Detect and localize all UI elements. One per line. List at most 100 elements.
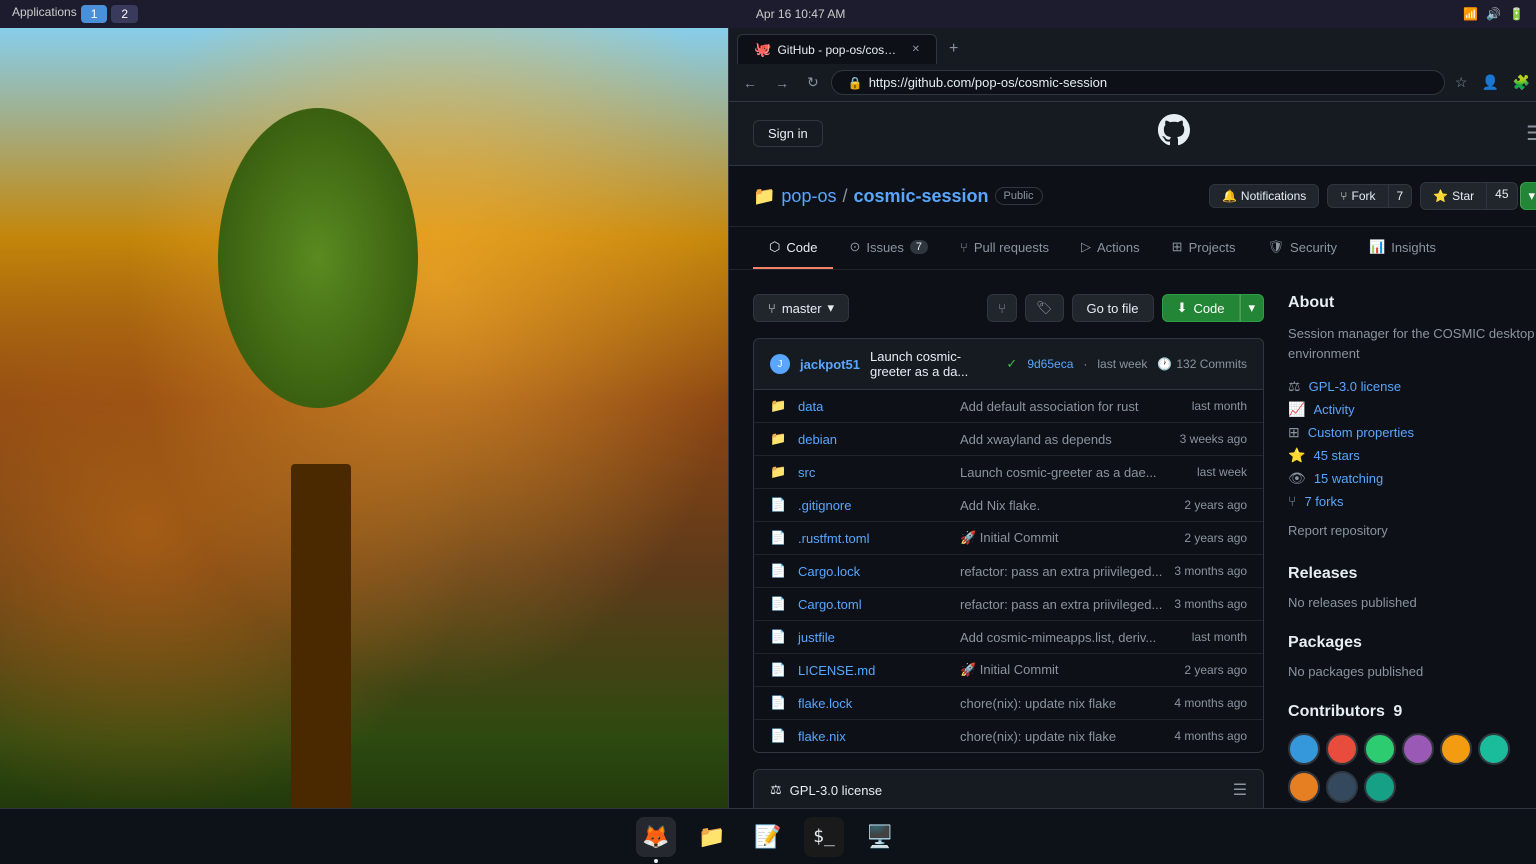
table-row: 📄.gitignoreAdd Nix flake.2 years ago: [754, 489, 1263, 522]
contributor-avatar[interactable]: [1288, 771, 1320, 803]
taskbar-app-2[interactable]: 2: [111, 5, 138, 23]
file-name-link[interactable]: Cargo.toml: [798, 597, 948, 612]
sign-in-button[interactable]: Sign in: [753, 120, 823, 147]
taskbar-top: Applications 1 2 Apr 16 10:47 AM 📶 🔊 🔋: [0, 0, 1536, 28]
file-icon: 📄: [770, 728, 786, 744]
branch-selector[interactable]: ⑂ master ▾: [753, 294, 849, 322]
new-tab-button[interactable]: +: [941, 34, 966, 64]
tab-actions[interactable]: ▷ Actions: [1065, 227, 1156, 269]
projects-icon: ⊞: [1172, 239, 1183, 255]
file-commit-message: Add cosmic-mimeapps.list, deriv...: [960, 630, 1180, 645]
table-row: 📄Cargo.tomlrefactor: pass an extra priiv…: [754, 588, 1263, 621]
custom-props-icon: ⊞: [1288, 424, 1300, 441]
file-commit-time: 4 months ago: [1174, 696, 1247, 710]
files-area: ⑂ master ▾ ⑂ 🏷 Go to file ⬇ Code: [753, 294, 1264, 808]
extensions-icon[interactable]: 🧩: [1509, 70, 1534, 95]
license-bar: ⚖ GPL-3.0 license ☰: [753, 769, 1264, 808]
lock-icon: 🔒: [848, 76, 863, 90]
about-section: About Session manager for the COSMIC des…: [1288, 294, 1536, 541]
contributor-avatar[interactable]: [1402, 733, 1434, 765]
activity-icon: 📈: [1288, 401, 1305, 418]
forward-button[interactable]: →: [769, 71, 795, 95]
report-link[interactable]: Report repository: [1288, 520, 1536, 541]
commit-author-link[interactable]: jackpot51: [800, 357, 860, 372]
address-bar[interactable]: 🔒 https://github.com/pop-os/cosmic-sessi…: [831, 70, 1445, 95]
watching-link[interactable]: 👁 15 watching: [1288, 467, 1536, 490]
file-name-link[interactable]: .rustfmt.toml: [798, 531, 948, 546]
tab-insights[interactable]: 📊 Insights: [1353, 227, 1452, 269]
issues-badge: 7: [910, 240, 928, 254]
folder-icon: 📁: [770, 398, 786, 414]
tags-button[interactable]: 🏷: [1025, 294, 1064, 322]
contributor-avatar[interactable]: [1288, 733, 1320, 765]
notifications-button[interactable]: 🔔 Notifications: [1209, 184, 1319, 208]
profile-icon[interactable]: 👤: [1477, 70, 1502, 95]
star-dropdown[interactable]: ▾: [1520, 182, 1536, 210]
code-dropdown-button[interactable]: ▾: [1240, 294, 1265, 322]
repo-owner-link[interactable]: pop-os: [781, 186, 836, 207]
file-name-link[interactable]: flake.lock: [798, 696, 948, 711]
commit-author-avatar[interactable]: J: [770, 354, 790, 374]
activity-link[interactable]: 📈 Activity: [1288, 398, 1536, 421]
issues-icon: ⊙: [849, 239, 860, 255]
dock-editor[interactable]: 📝: [748, 817, 788, 857]
file-name-link[interactable]: flake.nix: [798, 729, 948, 744]
file-name-link[interactable]: .gitignore: [798, 498, 948, 513]
repo-body: ⑂ master ▾ ⑂ 🏷 Go to file ⬇ Code: [729, 270, 1536, 808]
dock-files[interactable]: 📁: [692, 817, 732, 857]
browser-tabs-bar: 🐙 GitHub - pop-os/cosm... ✕ +: [729, 28, 1536, 64]
forks-link[interactable]: ⑂ 7 forks: [1288, 490, 1536, 512]
fork-button[interactable]: ⑂ Fork: [1327, 184, 1388, 208]
folder-icon: 📁: [770, 431, 786, 447]
dock-display[interactable]: 🖥️: [860, 817, 900, 857]
tab-close-button[interactable]: ✕: [912, 44, 920, 55]
contributor-avatar[interactable]: [1326, 733, 1358, 765]
contributor-avatar[interactable]: [1478, 733, 1510, 765]
refresh-button[interactable]: ↻: [801, 70, 825, 95]
bookmark-icon[interactable]: ☆: [1451, 70, 1472, 95]
repo-breadcrumb: 📁 pop-os / cosmic-session Public: [753, 186, 1043, 207]
contributor-avatar[interactable]: [1440, 733, 1472, 765]
insights-icon: 📊: [1369, 239, 1385, 255]
tab-code[interactable]: ⬡ Code: [753, 227, 833, 269]
fork-count[interactable]: 7: [1389, 184, 1413, 208]
contributor-avatar[interactable]: [1326, 771, 1358, 803]
tab-projects[interactable]: ⊞ Projects: [1156, 227, 1252, 269]
sidebar: About Session manager for the COSMIC des…: [1288, 294, 1536, 808]
file-name-link[interactable]: justfile: [798, 630, 948, 645]
file-commit-message: 🚀 Initial Commit: [960, 530, 1172, 546]
file-name-link[interactable]: LICENSE.md: [798, 663, 948, 678]
commit-history-link[interactable]: 🕐 132 Commits: [1157, 357, 1247, 371]
taskbar-app-1[interactable]: 1: [81, 5, 108, 23]
packages-heading: Packages: [1288, 634, 1536, 652]
hamburger-menu[interactable]: ☰: [1526, 121, 1536, 146]
code-button[interactable]: ⬇ Code: [1162, 294, 1240, 322]
contributor-avatar[interactable]: [1364, 771, 1396, 803]
go-to-file-button[interactable]: Go to file: [1072, 294, 1154, 322]
contributor-avatar[interactable]: [1364, 733, 1396, 765]
commit-hash-link[interactable]: 9d65eca: [1027, 357, 1073, 371]
tab-pull-requests[interactable]: ⑂ Pull requests: [944, 227, 1065, 269]
star-button[interactable]: ⭐ Star: [1420, 182, 1487, 210]
repo-header: 📁 pop-os / cosmic-session Public 🔔 Notif…: [729, 166, 1536, 227]
dock-terminal[interactable]: $_: [804, 817, 844, 857]
tab-security[interactable]: 🛡 Security: [1252, 227, 1353, 269]
repo-nav: ⬡ Code ⊙ Issues 7 ⑂ Pull requests ▷ Acti…: [729, 227, 1536, 270]
custom-properties-link[interactable]: ⊞ Custom properties: [1288, 421, 1536, 444]
browser-tab-active[interactable]: 🐙 GitHub - pop-os/cosm... ✕: [737, 34, 937, 64]
repo-name-link[interactable]: cosmic-session: [853, 186, 988, 207]
back-button[interactable]: ←: [737, 71, 763, 95]
star-count[interactable]: 45: [1487, 182, 1517, 210]
license-link[interactable]: ⚖ GPL-3.0 license: [1288, 375, 1536, 398]
file-commit-time: 2 years ago: [1184, 498, 1247, 512]
dock-firefox[interactable]: 🦊: [636, 817, 676, 857]
file-name-link[interactable]: debian: [798, 432, 948, 447]
sync-button[interactable]: ⑂: [987, 294, 1017, 322]
file-name-link[interactable]: data: [798, 399, 948, 414]
taskbar-applications-label[interactable]: Applications: [12, 5, 77, 23]
table-row: 📁debianAdd xwayland as depends3 weeks ag…: [754, 423, 1263, 456]
file-name-link[interactable]: Cargo.lock: [798, 564, 948, 579]
tab-issues[interactable]: ⊙ Issues 7: [833, 227, 944, 269]
stars-link[interactable]: ⭐ 45 stars: [1288, 444, 1536, 467]
file-name-link[interactable]: src: [798, 465, 948, 480]
